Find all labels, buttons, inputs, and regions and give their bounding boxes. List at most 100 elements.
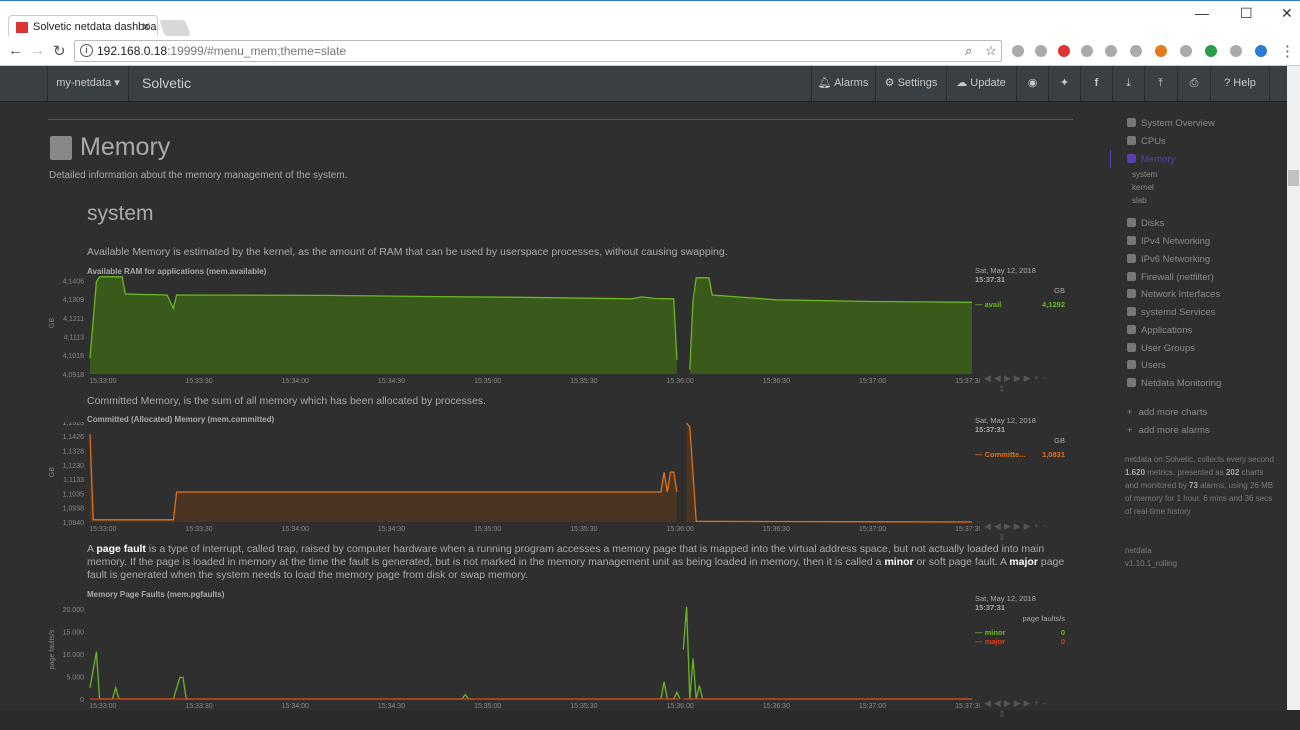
y-tick-label: 1,1230 [63,463,85,470]
sidebar-item-system-overview[interactable]: System Overview [1127,118,1215,129]
resize-handle-icon[interactable]: ⇕ [998,709,1009,719]
sidebar-item-cpus[interactable]: CPUs [1127,136,1166,147]
play-icon[interactable]: ▶ [1004,521,1014,531]
sidebar-subitem-system[interactable]: system [1132,170,1157,179]
menu-icon[interactable]: ⋮ [1280,42,1295,60]
zoom-in-icon[interactable]: + [1034,521,1042,531]
play-icon[interactable]: ▶ [1004,373,1014,383]
sidebar-item-memory[interactable]: Memory [1127,154,1175,165]
sidebar-item-systemd-services[interactable]: systemd Services [1127,307,1215,318]
rewind-icon[interactable]: ◀◀ [984,698,1004,708]
extension-icon[interactable] [1255,45,1267,57]
rewind-icon[interactable]: ◀◀ [984,521,1004,531]
extension-icon[interactable] [1105,45,1117,57]
zoom-icon[interactable]: ⌕ [965,43,972,59]
alarms-button[interactable]: 🔔︎ Alarms [812,66,874,101]
extension-icon[interactable] [1180,45,1192,57]
adblock-icon[interactable] [1058,45,1070,57]
question-icon: ? [1224,77,1231,89]
sidebar-item-firewall-netfilter[interactable]: Firewall (netfilter) [1127,272,1214,283]
zoom-in-icon[interactable]: + [1034,698,1042,708]
add-more-alarms-link[interactable]: + add more alarms [1127,425,1210,436]
forward-icon[interactable]: ▶▶ [1014,698,1034,708]
extension-icon[interactable] [1230,45,1242,57]
help-button[interactable]: ? Help [1211,66,1269,101]
print-icon[interactable]: ⎙ [1178,66,1210,101]
url-input[interactable]: i 192.168.0.18:19999/#menu_mem;theme=slat… [74,40,1002,62]
sidebar-item-users[interactable]: Users [1127,360,1166,371]
forward-icon[interactable]: ▶▶ [1014,521,1034,531]
extension-icon[interactable] [1130,45,1142,57]
zoom-out-icon[interactable]: − [1042,521,1050,531]
sidebar-item-disks[interactable]: Disks [1127,218,1164,229]
chart-toolbox[interactable]: ◀◀▶▶▶+− ⇕ [984,521,1080,543]
chart-plot[interactable]: 1,0840 1,0938 1,1035 1,1133 1,1230 1,1328 1,14… [40,422,980,552]
forward-icon[interactable]: ▶▶ [1014,373,1034,383]
sidebar-item-user-groups[interactable]: User Groups [1127,343,1195,354]
resize-handle-icon[interactable]: ⇕ [998,384,1009,394]
x-tick-label: 15:35:00 [474,526,501,533]
sidebar-item-ipv6-networking[interactable]: IPv6 Networking [1127,254,1210,265]
close-window-icon[interactable]: ✕ [1281,5,1293,22]
chart-plot[interactable]: 4,0918 4,1016 4,1113 4,1211 4,1309 4,1406 15:3… [40,272,980,402]
extension-icon[interactable] [1155,45,1167,57]
reload-icon[interactable]: ↻ [53,42,66,60]
chart-plot[interactable]: 0 5.000 10.000 15.000 20.000 15:33:00 15:33:30… [40,600,980,730]
update-button[interactable]: ☁ Update [947,66,1015,101]
rewind-icon[interactable]: ◀◀ [984,373,1004,383]
legend-item[interactable]: — minor 0 [975,628,1065,637]
close-tab-icon[interactable]: ✕ [141,20,151,34]
sidebar-item-network-interfaces[interactable]: Network Interfaces [1127,289,1220,300]
extension-icon[interactable] [1205,45,1217,57]
extension-icon[interactable] [1035,45,1047,57]
settings-button[interactable]: ⚙ Settings [876,66,946,101]
chart-toolbox[interactable]: ◀◀▶▶▶+− ⇕ [984,698,1080,720]
memory-chip-icon [50,136,72,160]
forward-icon[interactable]: → [30,42,45,59]
download-icon[interactable]: ⤓ [1113,66,1144,101]
bookmark-star-icon[interactable]: ☆ [985,43,997,59]
chart-mem-available[interactable]: Available RAM for applications (mem.avai… [40,262,1080,395]
minimize-icon[interactable]: — [1195,5,1209,21]
new-tab-button[interactable] [159,20,191,36]
legend-value: 0 [1060,628,1065,637]
legend-item[interactable]: — major 0 [975,637,1065,646]
legend-item[interactable]: — Committe... 1,0831 [975,450,1065,459]
zoom-out-icon[interactable]: − [1042,373,1050,383]
settings-label: Settings [897,77,938,89]
upload-icon[interactable]: ⤒ [1145,66,1176,101]
chart-toolbox[interactable]: ◀◀▶▶▶+− ⇕ [984,373,1080,395]
chart-title: Memory Page Faults (mem.pgfaults) [87,590,225,599]
scrollbar-thumb[interactable] [1288,170,1299,186]
y-tick-label: 1,1035 [63,491,85,498]
maximize-icon[interactable]: ☐ [1240,5,1253,22]
zoom-out-icon[interactable]: − [1042,698,1050,708]
host-menu[interactable]: my-netdata ▾ [48,66,128,101]
sidebar-subitem-kernel[interactable]: kernel [1132,183,1154,192]
legend-name: avail [984,300,1002,309]
twitter-icon[interactable]: ✦ [1049,66,1080,101]
facebook-icon[interactable]: f [1081,66,1112,101]
brand[interactable]: Solvetic [142,66,191,101]
chart-mem-pgfaults[interactable]: Memory Page Faults (mem.pgfaults) 0 5.000 1… [40,588,1080,719]
back-icon[interactable]: ← [8,42,23,59]
sidebar-item-label: systemd Services [1141,307,1216,318]
add-more-charts-link[interactable]: + add more charts [1127,407,1207,418]
chart-mem-committed[interactable]: Committed (Allocated) Memory (mem.commit… [40,410,1080,543]
legend-item[interactable]: — avail 4,1292 [975,300,1065,309]
extension-icon[interactable] [1012,45,1024,57]
extension-icon[interactable] [1081,45,1093,57]
x-tick-label: 15:33:30 [185,378,212,385]
vertical-scrollbar[interactable] [1287,66,1300,710]
zoom-in-icon[interactable]: + [1034,373,1042,383]
info-icon[interactable]: i [80,44,93,57]
play-icon[interactable]: ▶ [1004,698,1014,708]
sidebar-item-netdata-monitoring[interactable]: Netdata Monitoring [1127,378,1221,389]
sidebar-item-ipv4-networking[interactable]: IPv4 Networking [1127,236,1210,247]
github-icon[interactable]: ◉ [1017,66,1048,101]
sidebar-subitem-slab[interactable]: slab [1132,196,1147,205]
resize-handle-icon[interactable]: ⇕ [998,532,1009,542]
sidebar-item-applications[interactable]: Applications [1127,325,1192,336]
y-axis-label: GB [49,467,56,477]
legend-units: GB [1054,436,1065,445]
